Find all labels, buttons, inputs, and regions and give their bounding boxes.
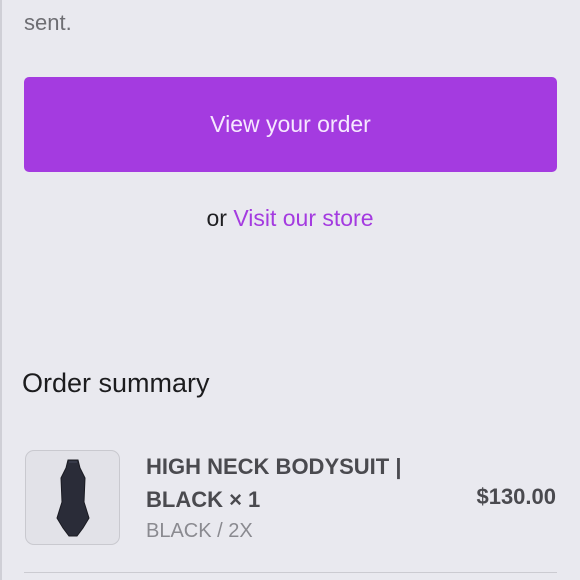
product-variant: BLACK / 2X	[146, 520, 253, 542]
order-confirmation-page: sent. View your order or Visit our store…	[0, 0, 580, 580]
confirmation-message-text: sent.	[24, 10, 72, 35]
product-title: HIGH NECK BODYSUIT | BLACK × 1	[146, 454, 402, 512]
page-left-border	[0, 0, 2, 580]
bodysuit-product-image	[55, 459, 90, 536]
product-price: $130.00	[476, 484, 556, 509]
view-order-button[interactable]: View your order	[24, 77, 557, 172]
product-thumbnail	[25, 450, 120, 545]
visit-store-line: or Visit our store	[0, 205, 580, 232]
or-text: or	[206, 205, 227, 231]
summary-divider	[24, 572, 557, 573]
order-summary-heading: Order summary	[22, 368, 210, 398]
visit-store-link[interactable]: Visit our store	[233, 205, 373, 231]
